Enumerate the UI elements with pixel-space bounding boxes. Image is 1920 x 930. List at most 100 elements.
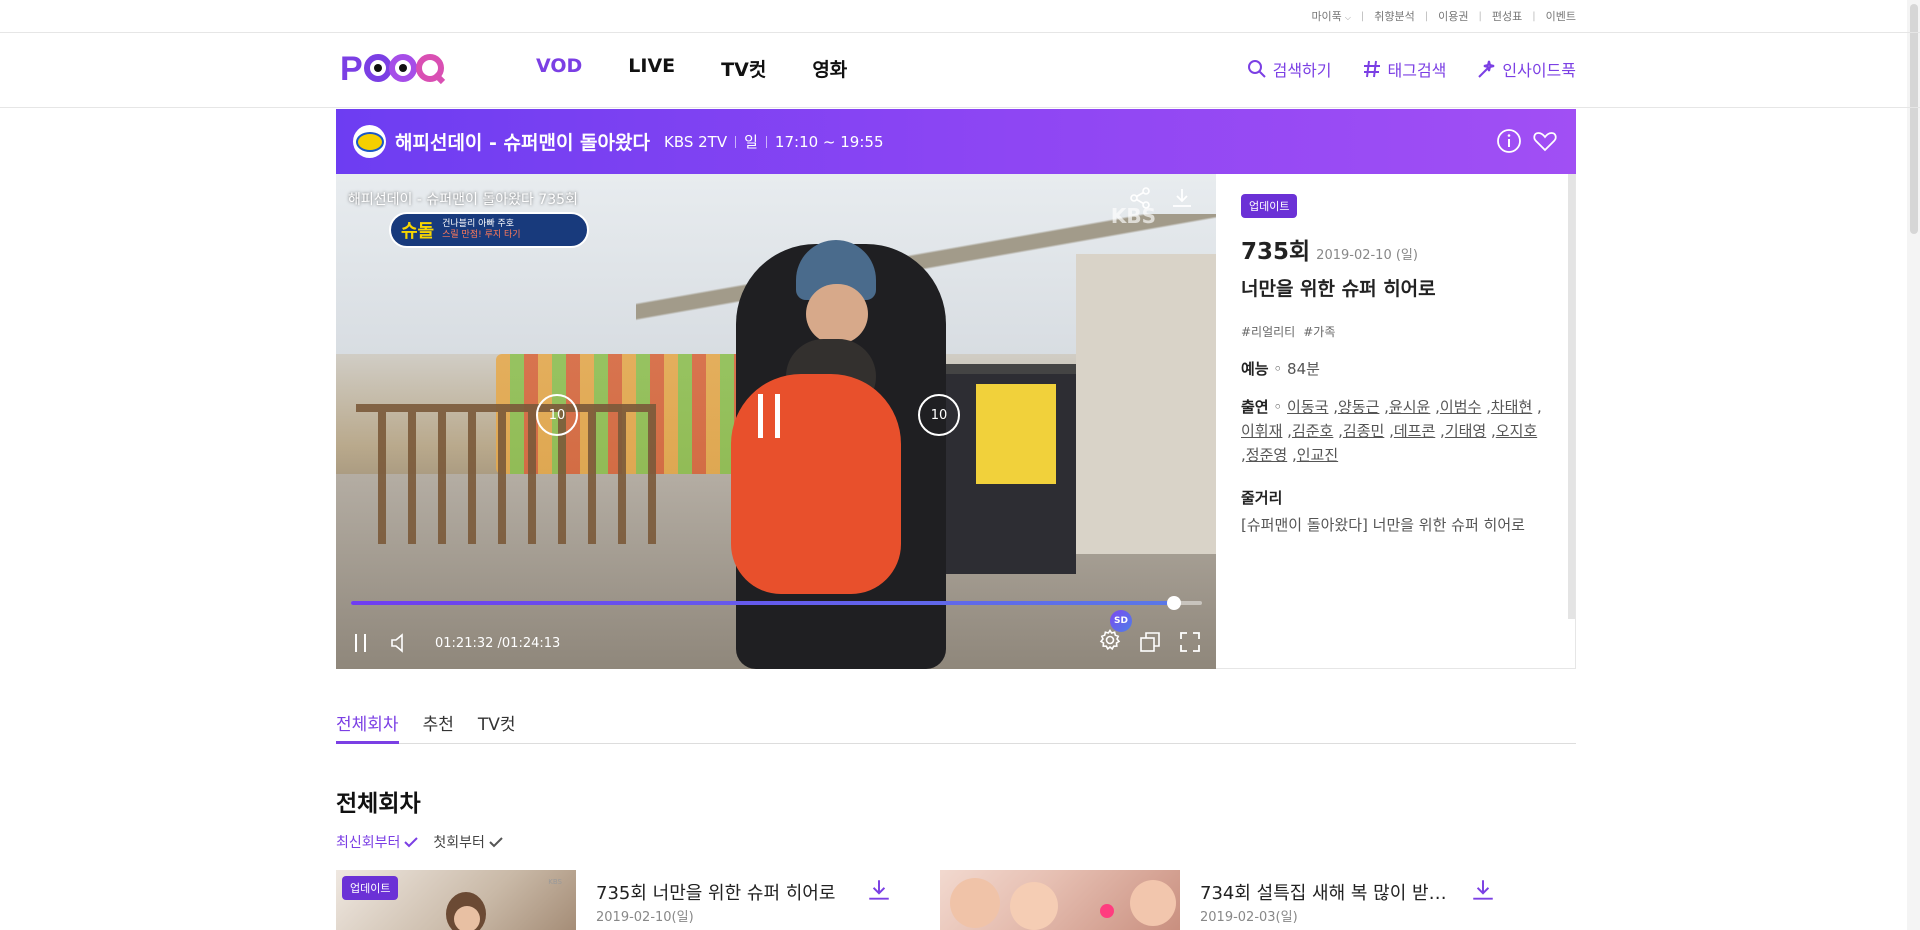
thumb-figure [950,878,1000,928]
cast-link[interactable]: 이범수 [1440,398,1481,416]
progress-fill [351,601,1175,605]
fullscreen-icon[interactable] [1178,630,1202,654]
nav-movie[interactable]: 영화 [812,55,847,82]
episode-date: 2019-02-10 (일) [1316,248,1418,263]
page-scrollbar[interactable] [1907,0,1920,930]
util-link-mypooq[interactable]: 마이푹 ⌵ [1311,8,1350,24]
insider-button[interactable]: 인사이드푹 [1476,57,1576,81]
cast-link[interactable]: 김종민 [1343,422,1384,440]
progress-bar[interactable] [351,596,1202,610]
info-icon[interactable] [1496,128,1522,154]
pause-bar-right [775,394,780,438]
program-meta: KBS 2TV 일 17:10 ~ 19:55 [664,131,884,152]
cast-link[interactable]: 정준영 [1246,446,1287,464]
episode-thumbnail[interactable]: 업데이트 KBS [336,870,576,930]
genre-label: 예능 [1241,360,1269,378]
speaker-icon [391,633,403,653]
tag-search-button[interactable]: 태그검색 [1362,57,1446,81]
logo[interactable]: P [340,50,452,89]
episode-card[interactable]: 업데이트 KBS 735회 너만을 위한 슈퍼 히어로 2019-02-10(일… [336,870,936,930]
insider-label: 인사이드푹 [1502,61,1576,80]
episode-card-title[interactable]: 734회 설특집 새해 복 많이 받으면... [1200,879,1460,905]
pause-icon [355,634,366,652]
time-display: 01:21:32 /01:24:13 [435,636,560,651]
video-caption-overlay: 슈돌 건나블리 아빠 주호 스릴 만점! 루지 타기 [389,212,589,248]
util-link-ticket[interactable]: 이용권 [1438,8,1468,24]
thumb-watermark: KBS [548,878,562,886]
chevron-down-icon: ⌵ [1344,13,1351,22]
download-icon[interactable] [1170,186,1194,210]
center-pause-button[interactable] [758,394,798,438]
cast-link[interactable]: 윤시윤 [1389,398,1430,416]
sort-latest[interactable]: 최신회부터 [336,832,419,852]
pause-button[interactable] [351,632,371,654]
sort-options: 최신회부터 첫회부터 [336,832,518,852]
info-scrollbar[interactable] [1568,174,1575,619]
volume-button[interactable] [389,632,411,654]
episode-title: 너만을 위한 슈퍼 히어로 [1241,278,1436,300]
search-icon [1247,60,1266,78]
util-link-taste[interactable]: 취향분석 [1374,8,1414,24]
thumb-figure [1010,882,1058,930]
cast-link[interactable]: 인교진 [1297,446,1338,464]
share-icon[interactable] [1128,186,1152,210]
check-icon [489,837,503,848]
episode-info-panel: 업데이트 735회 2019-02-10 (일) 너만을 위한 슈퍼 히어로 #… [1216,174,1576,669]
tab-all-episodes[interactable]: 전체회차 [336,710,399,744]
cast-link[interactable]: 이휘재 [1241,422,1282,440]
forward-10-button[interactable]: 10 [918,394,960,436]
episode-genre: 예능 ◦ 84분 [1241,358,1546,379]
banner-icons [1496,128,1558,154]
cast-link[interactable]: 오지호 [1496,422,1537,440]
nav-live[interactable]: LIVE [628,55,675,82]
video-player[interactable]: 해피선데이 - 슈퍼맨이 돌아왔다 735회 슈돌 건나블리 아빠 주호 스릴 만… [336,174,1216,669]
nav-vod[interactable]: VOD [536,55,582,82]
episode-card-date: 2019-02-03(일) [1200,910,1298,925]
episode-tags: #리얼리티 #가족 [1241,323,1546,340]
update-badge: 업데이트 [1241,194,1298,218]
cast-link[interactable]: 데프콘 [1394,422,1435,440]
right-nav: 검색하기 태그검색 인사이드푹 [1217,57,1576,81]
sort-latest-label: 최신회부터 [336,835,401,851]
episode-card-title[interactable]: 735회 너만을 위한 슈퍼 히어로 [596,879,856,905]
download-icon[interactable] [866,877,892,903]
util-link-event[interactable]: 이벤트 [1546,8,1576,24]
settings-button[interactable]: SD [1098,610,1132,656]
episode-card[interactable]: 734회 설특집 새해 복 많이 받으면... 2019-02-03(일) [940,870,1540,930]
rewind-10-button[interactable]: 10 [536,394,578,436]
tag-reality[interactable]: #리얼리티 [1241,323,1295,340]
cast-link[interactable]: 이동국 [1287,398,1328,416]
search-button[interactable]: 검색하기 [1247,57,1332,81]
total-duration: /01:24:13 [497,635,561,651]
tab-tvcut[interactable]: TV컷 [478,710,516,744]
rewind-seconds: 10 [548,407,566,423]
thumb-heart [1100,904,1114,918]
program-day: 일 [744,133,758,151]
heart-icon[interactable] [1532,128,1558,154]
tab-recommended[interactable]: 추천 [423,710,454,744]
current-time: 01:21:32 [435,635,494,651]
util-link-schedule[interactable]: 편성표 [1492,8,1522,24]
cast-link[interactable]: 김준호 [1292,422,1333,440]
episode-number: 735회 [1241,239,1311,265]
caption-main: 슈돌 [401,221,435,242]
genre-dot: ◦ [1273,360,1283,378]
sort-first[interactable]: 첫회부터 [433,832,504,852]
cast-link[interactable]: 차태현 [1491,398,1532,416]
synopsis-label: 줄거리 [1241,489,1283,507]
cast-link[interactable]: 기태영 [1445,422,1486,440]
quality-badge: SD [1110,610,1132,632]
thumb-figure [454,906,480,930]
program-time: 17:10 ~ 19:55 [774,132,884,151]
tag-family[interactable]: #가족 [1303,323,1335,340]
episode-thumbnail[interactable] [940,870,1180,930]
cast-link[interactable]: 양동근 [1338,398,1379,416]
hashtag-icon [1363,60,1380,78]
nav-tvcut[interactable]: TV컷 [721,55,766,82]
magic-wand-icon [1478,60,1495,78]
thumb-figure [1130,880,1176,926]
program-logo [353,125,386,158]
pip-icon[interactable] [1138,630,1162,654]
episode-info-body: 업데이트 735회 2019-02-10 (일) 너만을 위한 슈퍼 히어로 #… [1241,194,1546,535]
download-icon[interactable] [1470,877,1496,903]
